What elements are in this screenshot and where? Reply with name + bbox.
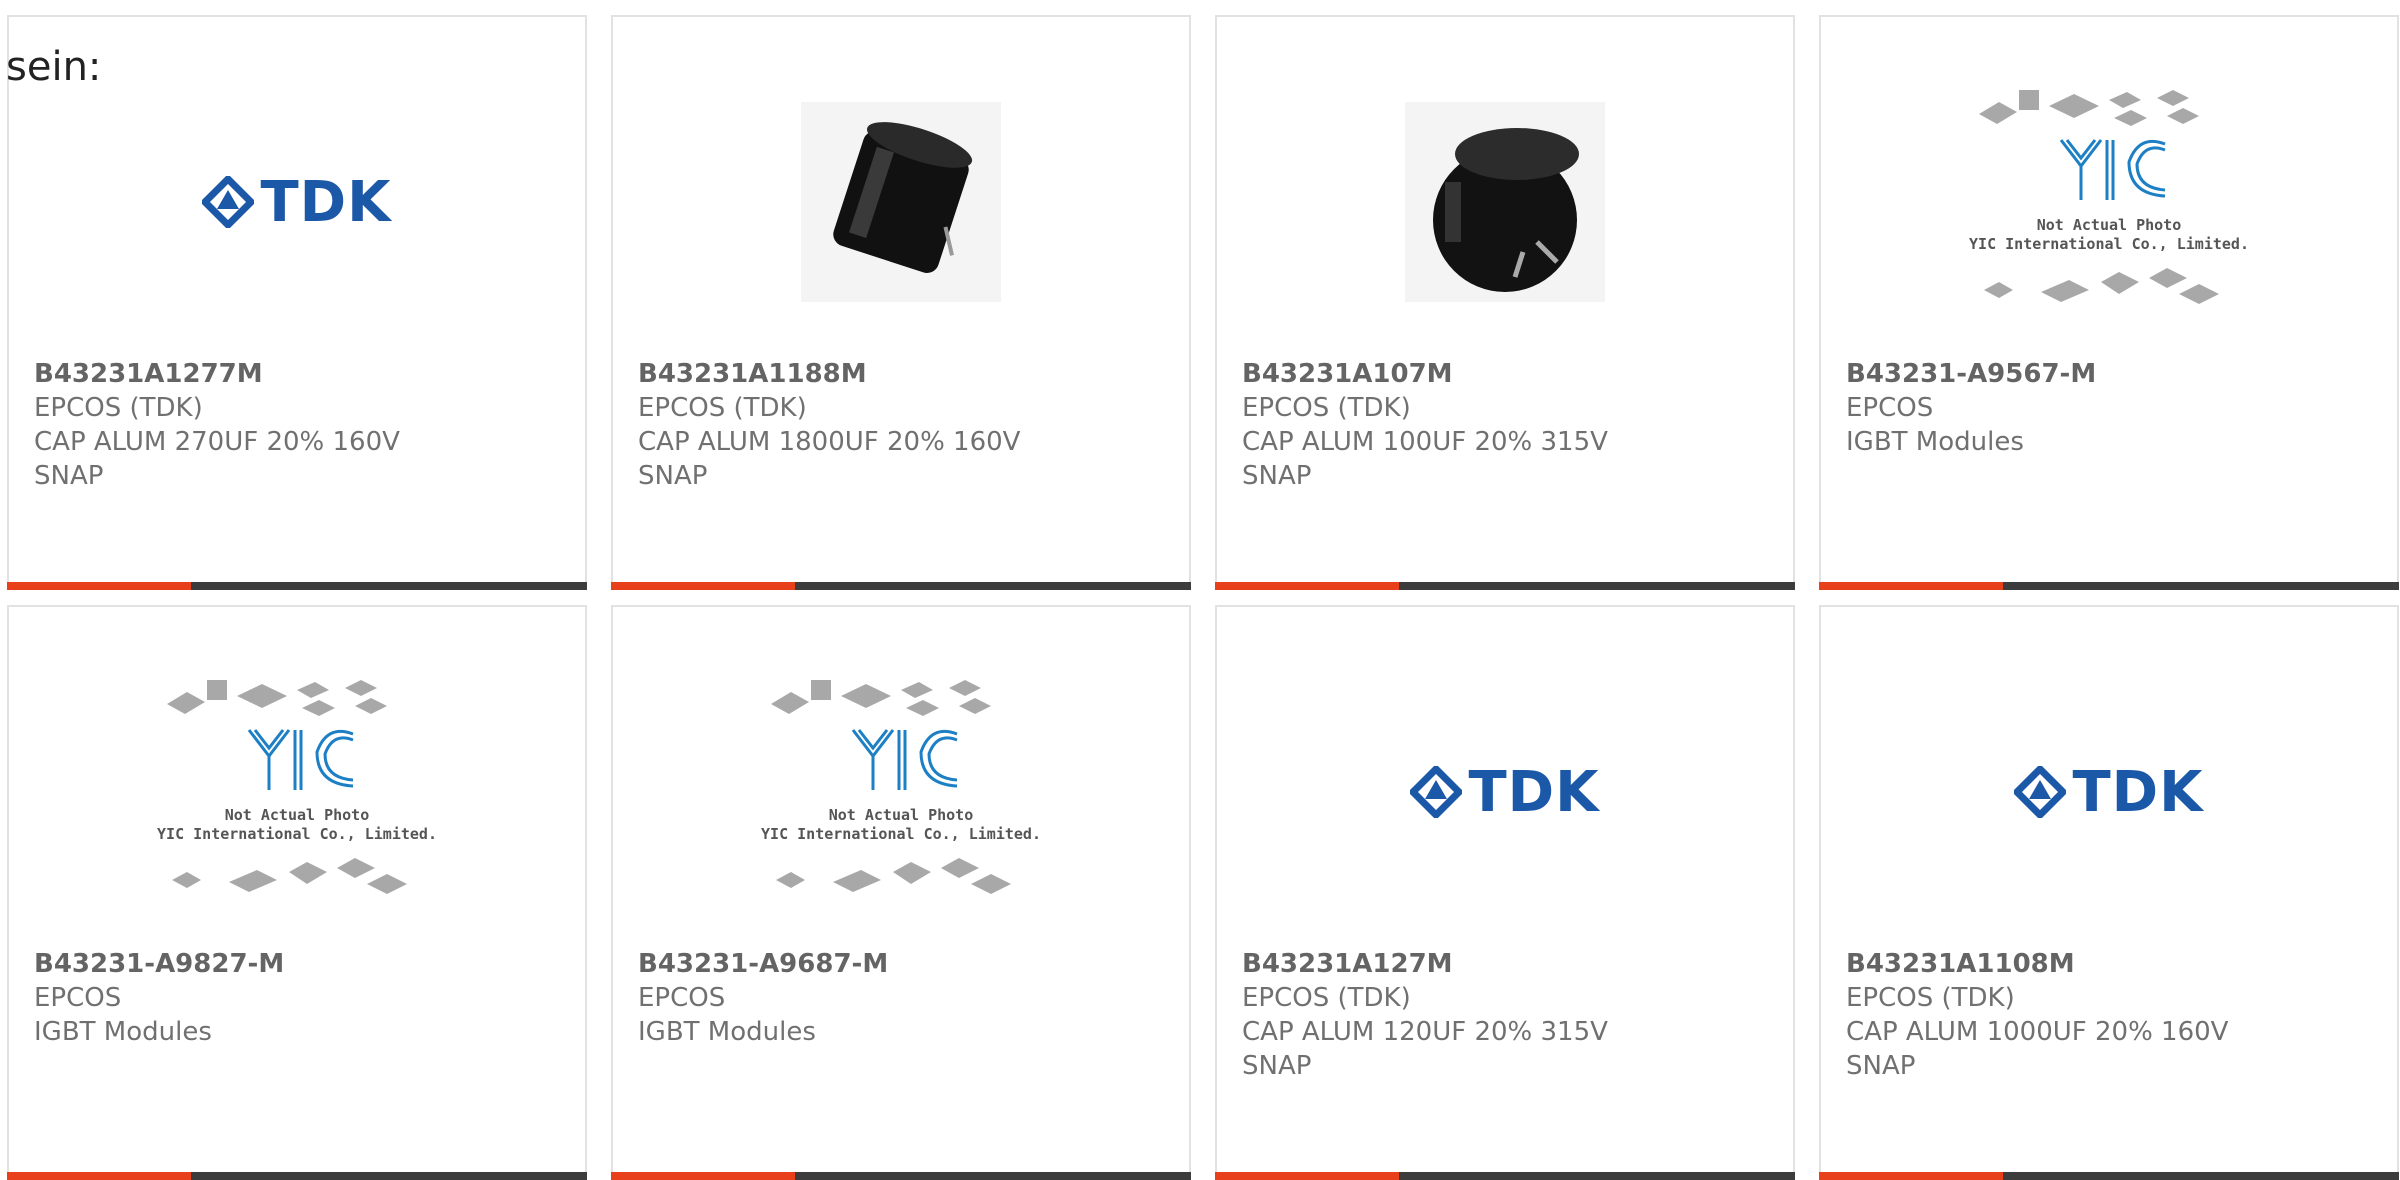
description: CAP ALUM 120UF 20% 315V xyxy=(1242,1017,1608,1047)
description: CAP ALUM 1800UF 20% 160V xyxy=(638,427,1021,457)
yic-note-line1: Not Actual Photo xyxy=(829,806,974,824)
tdk-logo-text: TDK xyxy=(2072,759,2204,825)
card-bottom-bar xyxy=(1215,582,1795,590)
part-number-link[interactable]: B43231A1188M xyxy=(638,357,1169,391)
product-image[interactable]: Not Actual Photo YIC International Co., … xyxy=(613,662,1189,922)
yic-placeholder-image: Not Actual Photo YIC International Co., … xyxy=(761,680,1041,894)
tdk-emblem-icon xyxy=(1410,766,1463,818)
description: IGBT Modules xyxy=(34,1017,212,1047)
manufacturer: EPCOS (TDK) xyxy=(638,393,807,423)
yic-note-line1: Not Actual Photo xyxy=(225,806,370,824)
card-accent-bar xyxy=(1215,582,1399,590)
part-number-link[interactable]: B43231-A9687-M xyxy=(638,947,1169,981)
description: CAP ALUM 270UF 20% 160V xyxy=(34,427,400,457)
card-bottom-bar xyxy=(611,1172,1191,1180)
product-image[interactable]: TDK xyxy=(1821,662,2397,922)
yic-note-line2: YIC International Co., Limited. xyxy=(157,825,437,843)
card-accent-bar xyxy=(7,582,191,590)
yic-note-line2: YIC International Co., Limited. xyxy=(1969,235,2249,253)
manufacturer: EPCOS (TDK) xyxy=(34,393,203,423)
description: IGBT Modules xyxy=(1846,427,2024,457)
part-number-link[interactable]: B43231-A9567-M xyxy=(1846,357,2377,391)
manufacturer: EPCOS (TDK) xyxy=(1846,983,2015,1013)
description: CAP ALUM 1000UF 20% 160V xyxy=(1846,1017,2229,1047)
tdk-emblem-icon xyxy=(202,176,255,228)
card-bottom-bar xyxy=(1819,582,2399,590)
product-card[interactable]: Not Actual Photo YIC International Co., … xyxy=(1819,15,2399,590)
description-cont: SNAP xyxy=(638,461,708,491)
card-bottom-bar xyxy=(7,1172,587,1180)
description-cont: SNAP xyxy=(1242,461,1312,491)
manufacturer: EPCOS xyxy=(34,983,122,1013)
part-number-link[interactable]: B43231A1277M xyxy=(34,357,565,391)
manufacturer: EPCOS (TDK) xyxy=(1242,983,1411,1013)
tdk-logo-text: TDK xyxy=(1468,759,1600,825)
description-cont: SNAP xyxy=(1242,1051,1312,1081)
yic-note-line2: YIC International Co., Limited. xyxy=(761,825,1041,843)
product-card[interactable]: Not Actual Photo YIC International Co., … xyxy=(611,605,1191,1180)
yic-placeholder-image: Not Actual Photo YIC International Co., … xyxy=(1969,90,2249,304)
product-card[interactable]: TDK B43231A1108M EPCOS (TDK) CAP ALUM 10… xyxy=(1819,605,2399,1180)
capacitor-photo xyxy=(1405,102,1605,302)
card-accent-bar xyxy=(7,1172,191,1180)
card-bottom-bar xyxy=(611,582,1191,590)
product-image[interactable]: TDK xyxy=(9,72,585,332)
card-accent-bar xyxy=(611,1172,795,1180)
product-card[interactable]: TDK B43231A1277M EPCOS (TDK) CAP ALUM 27… xyxy=(7,15,587,590)
yic-note-line1: Not Actual Photo xyxy=(2037,216,2182,234)
description-cont: SNAP xyxy=(34,461,104,491)
tdk-logo: TDK xyxy=(202,170,391,235)
product-card[interactable]: Not Actual Photo YIC International Co., … xyxy=(7,605,587,1180)
part-number-link[interactable]: B43231-A9827-M xyxy=(34,947,565,981)
product-image[interactable]: TDK xyxy=(1217,662,1793,922)
part-number-link[interactable]: B43231A107M xyxy=(1242,357,1773,391)
description: CAP ALUM 100UF 20% 315V xyxy=(1242,427,1608,457)
tdk-emblem-icon xyxy=(2014,766,2067,818)
tdk-logo-text: TDK xyxy=(260,169,392,235)
product-image[interactable]: Not Actual Photo YIC International Co., … xyxy=(9,662,585,922)
description-cont: SNAP xyxy=(1846,1051,1916,1081)
card-accent-bar xyxy=(1819,1172,2003,1180)
product-card[interactable]: TDK B43231A127M EPCOS (TDK) CAP ALUM 120… xyxy=(1215,605,1795,1180)
card-bottom-bar xyxy=(1819,1172,2399,1180)
part-number-link[interactable]: B43231A1108M xyxy=(1846,947,2377,981)
product-image[interactable]: Not Actual Photo YIC International Co., … xyxy=(1821,72,2397,332)
card-accent-bar xyxy=(1215,1172,1399,1180)
manufacturer: EPCOS (TDK) xyxy=(1242,393,1411,423)
product-card[interactable]: B43231A107M EPCOS (TDK) CAP ALUM 100UF 2… xyxy=(1215,15,1795,590)
description: IGBT Modules xyxy=(638,1017,816,1047)
card-accent-bar xyxy=(1819,582,2003,590)
product-image[interactable] xyxy=(1217,72,1793,332)
capacitor-photo xyxy=(801,102,1001,302)
card-bottom-bar xyxy=(1215,1172,1795,1180)
heading-fragment: sein: xyxy=(6,44,102,90)
product-card[interactable]: B43231A1188M EPCOS (TDK) CAP ALUM 1800UF… xyxy=(611,15,1191,590)
yic-placeholder-image: Not Actual Photo YIC International Co., … xyxy=(157,680,437,894)
manufacturer: EPCOS xyxy=(638,983,726,1013)
product-image[interactable] xyxy=(613,72,1189,332)
part-number-link[interactable]: B43231A127M xyxy=(1242,947,1773,981)
card-bottom-bar xyxy=(7,582,587,590)
tdk-logo: TDK xyxy=(1410,760,1599,825)
card-accent-bar xyxy=(611,582,795,590)
tdk-logo: TDK xyxy=(2014,760,2203,825)
manufacturer: EPCOS xyxy=(1846,393,1934,423)
